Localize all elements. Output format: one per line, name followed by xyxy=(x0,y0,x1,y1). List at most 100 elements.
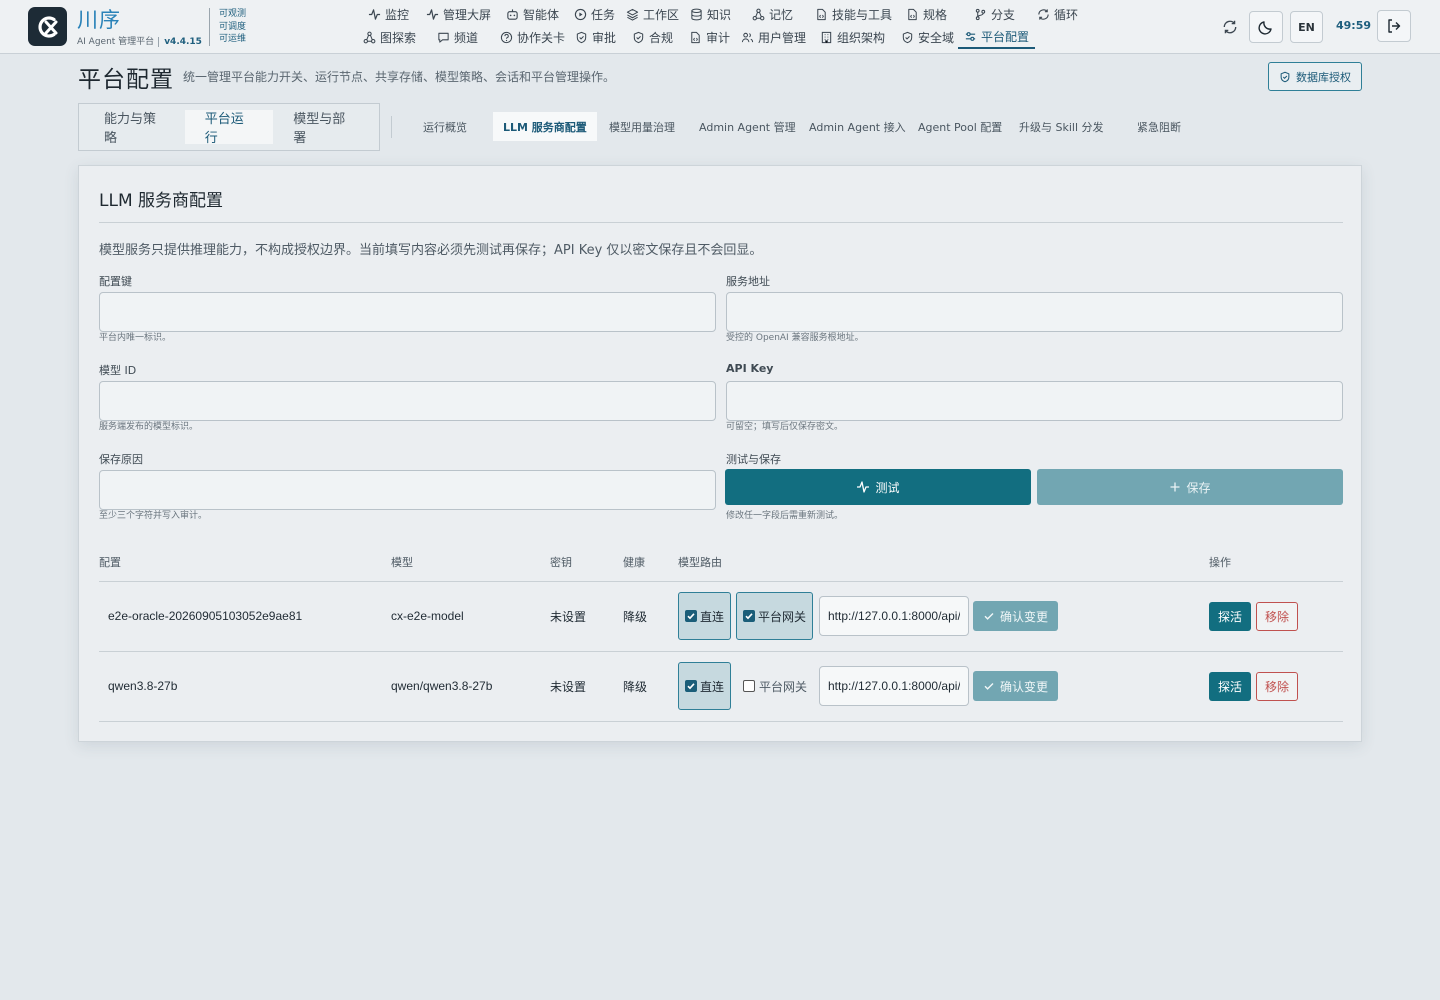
nav-item-graph-explore[interactable]: 图探索 xyxy=(363,27,416,47)
nav-item-knowledge[interactable]: 知识 xyxy=(690,4,731,24)
save-reason-hint: 至少三个字符并写入审计。 xyxy=(99,511,208,521)
nav-item-org-structure[interactable]: 组织架构 xyxy=(820,27,885,47)
col-header-health: 健康 xyxy=(623,556,645,569)
activity-icon xyxy=(426,8,439,20)
remove-button[interactable]: 移除 xyxy=(1256,602,1298,631)
confirm-change-label: 确认变更 xyxy=(999,679,1048,694)
service-url-input[interactable] xyxy=(726,292,1343,332)
nav-item-dashboard[interactable]: 管理大屏 xyxy=(426,4,491,24)
nav-item-compliance[interactable]: 合规 xyxy=(632,27,673,47)
message-icon xyxy=(438,32,449,43)
save-button[interactable]: 保存 xyxy=(1037,469,1343,505)
app-logo[interactable] xyxy=(28,7,67,46)
nav-item-label: 知识 xyxy=(707,7,732,22)
test-save-hint: 修改任一字段后需重新测试。 xyxy=(726,511,844,521)
save-reason-input[interactable] xyxy=(99,470,716,510)
logo-icon xyxy=(37,15,57,38)
config-key-label: 配置键 xyxy=(99,275,132,288)
subtab-runtime-overview[interactable]: 运行概览 xyxy=(423,112,467,141)
nav-item-label: 频道 xyxy=(454,30,479,45)
nav-item-label: 安全域 xyxy=(918,30,955,45)
nav-item-tasks[interactable]: 任务 xyxy=(574,4,615,24)
nav-item-audit[interactable]: 审计 xyxy=(689,27,730,47)
tagline-item: 可运维 xyxy=(219,34,247,44)
logout-icon xyxy=(1388,19,1401,33)
model-id-input[interactable] xyxy=(99,381,716,421)
file-code-icon xyxy=(691,31,700,43)
model-id-hint: 服务端发布的模型标识。 xyxy=(99,422,199,432)
database-auth-button[interactable]: 数据库授权 xyxy=(1268,62,1362,91)
nav-item-agents[interactable]: 智能体 xyxy=(506,4,559,24)
test-button[interactable]: 测试 xyxy=(725,469,1031,505)
api-key-hint: 可留空；填写后仅保存密文。 xyxy=(726,422,844,432)
nav-item-specs[interactable]: 规格 xyxy=(906,4,947,24)
brand-subtitle-text: AI Agent 管理平台 xyxy=(77,37,155,47)
logout-button[interactable] xyxy=(1377,10,1411,42)
config-key-input[interactable] xyxy=(99,292,716,332)
probe-button[interactable]: 探活 xyxy=(1209,672,1251,701)
subtab-agent-pool[interactable]: Agent Pool 配置 xyxy=(918,112,1002,141)
brand-taglines: 可观测 可调度 可运维 xyxy=(209,8,246,46)
version-badge: v4.4.15 xyxy=(158,37,202,47)
api-key-input[interactable] xyxy=(726,381,1343,421)
sliders-icon xyxy=(965,31,976,41)
top-bar: 川序 AI Agent 管理平台 v4.4.15 可观测 可调度 可运维 监控 管… xyxy=(0,0,1440,54)
nav-item-workspace[interactable]: 工作区 xyxy=(626,4,679,24)
route-gateway-toggle[interactable]: 平台网关 xyxy=(736,592,814,640)
confirm-change-button[interactable]: 确认变更 xyxy=(973,601,1058,631)
nav-item-loops[interactable]: 循环 xyxy=(1037,4,1078,24)
subtab-admin-agent-access[interactable]: Admin Agent 接入 xyxy=(809,112,906,141)
nav-item-approvals[interactable]: 审批 xyxy=(575,27,616,47)
nav-item-skills-tools[interactable]: 技能与工具 xyxy=(815,4,892,24)
confirm-change-button[interactable]: 确认变更 xyxy=(973,671,1058,701)
probe-button[interactable]: 探活 xyxy=(1209,602,1251,631)
tab-platform-runtime[interactable]: 平台运行 xyxy=(184,110,274,146)
remove-button[interactable]: 移除 xyxy=(1256,672,1298,701)
route-url-input[interactable] xyxy=(819,596,969,636)
nav-item-label: 协作关卡 xyxy=(517,30,566,45)
subtab-upgrade-skill[interactable]: 升级与 Skill 分发 xyxy=(1019,112,1104,141)
tab-capabilities[interactable]: 能力与策略 xyxy=(84,110,185,146)
nav-item-branches[interactable]: 分支 xyxy=(974,4,1015,24)
route-url-input[interactable] xyxy=(819,666,969,706)
check-icon xyxy=(984,683,994,690)
route-gateway-toggle[interactable]: 平台网关 xyxy=(743,662,807,710)
theme-toggle-button[interactable] xyxy=(1249,11,1283,43)
activity-icon xyxy=(857,481,870,493)
git-branch-icon xyxy=(975,8,986,20)
api-key-label: API Key xyxy=(726,362,774,375)
nav-item-memory[interactable]: 记忆 xyxy=(752,4,793,24)
nav-item-collab-gates[interactable]: 协作关卡 xyxy=(500,27,565,47)
subtab-llm-providers[interactable]: LLM 服务商配置 xyxy=(493,112,597,141)
nav-item-monitor[interactable]: 监控 xyxy=(368,4,409,24)
brand-subtitle: AI Agent 管理平台 v4.4.15 xyxy=(77,34,202,47)
language-button[interactable]: EN xyxy=(1290,11,1323,43)
card-title: LLM 服务商配置 xyxy=(99,191,224,211)
checkbox-checked-icon xyxy=(743,610,755,622)
tagline-item: 可观测 xyxy=(219,9,247,19)
model-id-label: 模型 ID xyxy=(99,364,137,377)
subtab-emergency-block[interactable]: 紧急阻断 xyxy=(1137,112,1181,141)
moon-icon xyxy=(1258,21,1272,35)
route-direct-toggle[interactable]: 直连 xyxy=(678,662,732,710)
nav-item-label: 规格 xyxy=(923,7,948,22)
config-key-hint: 平台内唯一标识。 xyxy=(99,333,172,343)
tab-models-deploy[interactable]: 模型与部署 xyxy=(273,110,374,146)
subtab-model-usage[interactable]: 模型用量治理 xyxy=(609,112,675,141)
nav-item-label: 循环 xyxy=(1054,7,1079,22)
refresh-button[interactable] xyxy=(1221,18,1239,36)
nav-item-users[interactable]: 用户管理 xyxy=(741,27,806,47)
nav-item-channels[interactable]: 频道 xyxy=(437,27,478,47)
nav-item-label: 分支 xyxy=(991,7,1016,22)
row-health: 降级 xyxy=(623,680,648,694)
nav-item-platform-config[interactable]: 平台配置 xyxy=(958,25,1036,49)
row-config: e2e-oracle-20260905103052e9ae81 xyxy=(108,609,303,623)
col-header-config: 配置 xyxy=(99,556,121,569)
route-direct-toggle[interactable]: 直连 xyxy=(678,592,732,640)
route-direct-label: 直连 xyxy=(700,609,725,624)
checkbox-checked-icon xyxy=(685,680,697,692)
shield-check-icon xyxy=(633,31,644,43)
nav-item-security-domains[interactable]: 安全域 xyxy=(901,27,954,47)
subtab-admin-agent-manage[interactable]: Admin Agent 管理 xyxy=(699,112,796,141)
table-header-divider xyxy=(99,581,1343,582)
